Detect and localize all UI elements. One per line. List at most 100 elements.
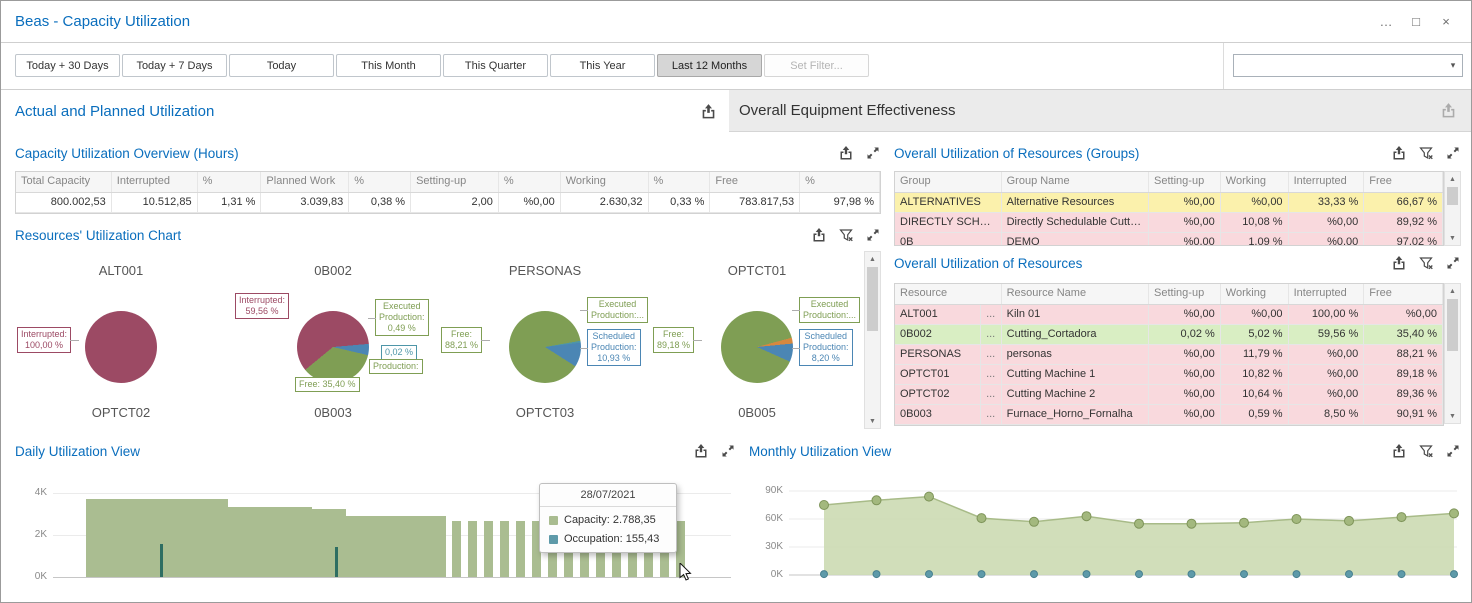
table-row[interactable]: 0B003...Furnace_Horno_Fornalha%0,000,59 … (895, 405, 1443, 425)
clear-filter-icon[interactable] (1418, 255, 1434, 271)
capacity-marker[interactable] (1187, 519, 1196, 528)
column-header[interactable]: Free (1364, 284, 1443, 304)
scroll-thumb[interactable] (1447, 187, 1458, 205)
occupation-marker[interactable] (1031, 571, 1038, 578)
scroll-thumb[interactable] (867, 267, 878, 331)
pie-chart[interactable] (85, 311, 157, 383)
period-button-today-7-days[interactable]: Today + 7 Days (122, 54, 227, 77)
clear-filter-icon[interactable] (1418, 145, 1434, 161)
groups-table-scrollbar[interactable]: ▲ ▼ (1444, 171, 1461, 246)
export-icon[interactable] (1440, 102, 1457, 119)
column-header[interactable]: Working (1221, 284, 1289, 304)
column-header[interactable]: % (800, 172, 880, 192)
occupation-marker[interactable] (1398, 571, 1405, 578)
column-header[interactable]: % (649, 172, 711, 192)
maximize-icon[interactable] (865, 227, 881, 243)
occupation-marker[interactable] (978, 571, 985, 578)
scroll-up-icon[interactable]: ▲ (865, 252, 880, 266)
scroll-down-icon[interactable]: ▼ (1445, 231, 1460, 245)
scroll-down-icon[interactable]: ▼ (865, 414, 880, 428)
period-button-today-30-days[interactable]: Today + 30 Days (15, 54, 120, 77)
column-header[interactable]: Resource Name (1002, 284, 1149, 304)
maximize-icon[interactable] (1445, 145, 1461, 161)
column-header[interactable]: Planned Work (261, 172, 349, 192)
period-button-this-month[interactable]: This Month (336, 54, 441, 77)
occupation-marker[interactable] (1346, 571, 1353, 578)
minimize-button[interactable]: … (1371, 14, 1401, 29)
column-header[interactable]: Group Name (1002, 172, 1149, 192)
export-icon[interactable] (693, 443, 709, 459)
export-icon[interactable] (1391, 145, 1407, 161)
scroll-down-icon[interactable]: ▼ (1445, 409, 1460, 423)
capacity-marker[interactable] (1345, 516, 1354, 525)
capacity-marker[interactable] (1135, 519, 1144, 528)
browse-button[interactable]: ... (981, 305, 1002, 324)
capacity-marker[interactable] (872, 496, 881, 505)
filter-combo[interactable]: ▾ (1233, 54, 1463, 77)
capacity-marker[interactable] (925, 492, 934, 501)
period-button-this-year[interactable]: This Year (550, 54, 655, 77)
period-button-today[interactable]: Today (229, 54, 334, 77)
close-button[interactable]: × (1431, 14, 1461, 29)
table-row[interactable]: PERSONAS...personas%0,0011,79 %%0,0088,2… (895, 345, 1443, 365)
capacity-marker[interactable] (1030, 517, 1039, 526)
occupation-marker[interactable] (1136, 571, 1143, 578)
scroll-thumb[interactable] (1447, 299, 1458, 351)
scroll-up-icon[interactable]: ▲ (1445, 172, 1460, 186)
column-header[interactable]: Total Capacity (16, 172, 112, 192)
occupation-marker[interactable] (821, 571, 828, 578)
column-header[interactable]: Interrupted (1289, 172, 1365, 192)
capacity-marker[interactable] (1240, 518, 1249, 527)
period-button-last-12-months[interactable]: Last 12 Months (657, 54, 762, 77)
table-row[interactable]: DIRECTLY SCHEDU...Directly Schedulable C… (895, 213, 1443, 233)
column-header[interactable]: Working (561, 172, 649, 192)
maximize-icon[interactable] (1445, 443, 1461, 459)
table-row[interactable]: 0BDEMO%0,001,09 %%0,0097,02 % (895, 233, 1443, 246)
maximize-icon[interactable] (865, 145, 881, 161)
column-header[interactable]: Free (710, 172, 800, 192)
monthly-utilization-chart[interactable]: 90K 60K 30K 0K (749, 465, 1461, 602)
pie-chart[interactable] (509, 311, 581, 383)
occupation-marker[interactable] (1241, 571, 1248, 578)
column-header[interactable]: Group (895, 172, 1002, 192)
tab-actual-and-planned-utilization[interactable]: Actual and Planned Utilization (1, 90, 729, 132)
browse-button[interactable]: ... (981, 405, 1002, 424)
table-row[interactable]: ALT001...Kiln 01%0,00%0,00100,00 %%0,00 (895, 305, 1443, 325)
clear-filter-icon[interactable] (1418, 443, 1434, 459)
column-header[interactable]: Resource (895, 284, 1002, 304)
tab-overall-equipment-effectiveness[interactable]: Overall Equipment Effectiveness (729, 90, 1471, 132)
export-icon[interactable] (1391, 443, 1407, 459)
occupation-marker[interactable] (926, 571, 933, 578)
table-row[interactable]: ALTERNATIVESAlternative Resources%0,00%0… (895, 193, 1443, 213)
column-header[interactable]: % (349, 172, 411, 192)
column-header[interactable]: Setting-up (1149, 284, 1221, 304)
maximize-icon[interactable] (1445, 255, 1461, 271)
capacity-marker[interactable] (1292, 515, 1301, 524)
table-row[interactable]: 800.002,5310.512,851,31 %3.039,830,38 %2… (16, 193, 880, 213)
occupation-marker[interactable] (1451, 571, 1458, 578)
maximize-button[interactable]: □ (1401, 14, 1431, 29)
column-header[interactable]: Free (1364, 172, 1443, 192)
capacity-marker[interactable] (1450, 509, 1459, 518)
export-icon[interactable] (838, 145, 854, 161)
browse-button[interactable]: ... (981, 385, 1002, 404)
table-row[interactable]: 0B002...Cutting_Cortadora0,02 %5,02 %59,… (895, 325, 1443, 345)
column-header[interactable]: Interrupted (112, 172, 198, 192)
clear-filter-icon[interactable] (838, 227, 854, 243)
column-header[interactable]: Working (1221, 172, 1289, 192)
occupation-marker[interactable] (1188, 571, 1195, 578)
scroll-up-icon[interactable]: ▲ (1445, 284, 1460, 298)
browse-button[interactable]: ... (981, 345, 1002, 364)
occupation-marker[interactable] (873, 571, 880, 578)
pie-chart[interactable] (297, 311, 369, 383)
column-header[interactable]: % (499, 172, 561, 192)
export-icon[interactable] (811, 227, 827, 243)
occupation-marker[interactable] (1083, 571, 1090, 578)
browse-button[interactable]: ... (981, 365, 1002, 384)
browse-button[interactable]: ... (981, 325, 1002, 344)
column-header[interactable]: Interrupted (1289, 284, 1365, 304)
export-icon[interactable] (1391, 255, 1407, 271)
resources-utilization-chart[interactable]: ALT001Interrupted:100,00 %0B002Interrupt… (15, 251, 864, 429)
chevron-down-icon[interactable]: ▾ (1444, 60, 1462, 71)
capacity-marker[interactable] (977, 514, 986, 523)
